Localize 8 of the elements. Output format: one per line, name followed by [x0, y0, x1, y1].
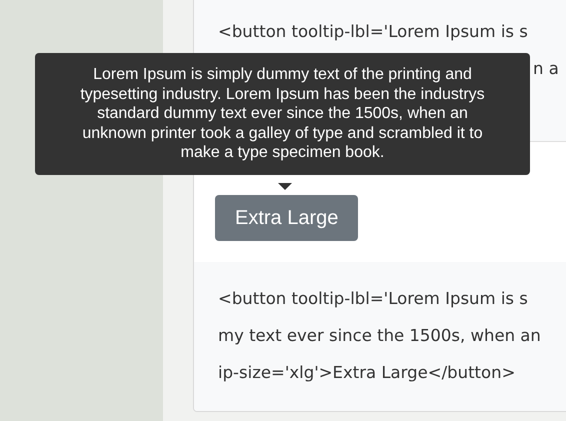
tooltip: Lorem Ipsum is simply dummy text of the printing and typesetting industry. Lorem Ipsum has been the industrys standard dummy text ever since the 1500s, when an unknown printer took a galley of type and scrambled it to make a type specimen book. — [35, 53, 530, 174]
code-line: <button tooltip-lbl='Lorem Ipsum is s — [218, 21, 529, 43]
code-line: <button tooltip-lbl='Lorem Ipsum is s — [218, 288, 529, 310]
extra-large-button[interactable]: Extra Large — [215, 195, 358, 241]
code-line: n a — [533, 58, 559, 80]
code-line: my text ever since the 1500s, when an — [218, 325, 542, 347]
code-line: ip-size='xlg'>Extra Large</button> — [218, 362, 516, 384]
tooltip-arrow — [278, 183, 292, 190]
